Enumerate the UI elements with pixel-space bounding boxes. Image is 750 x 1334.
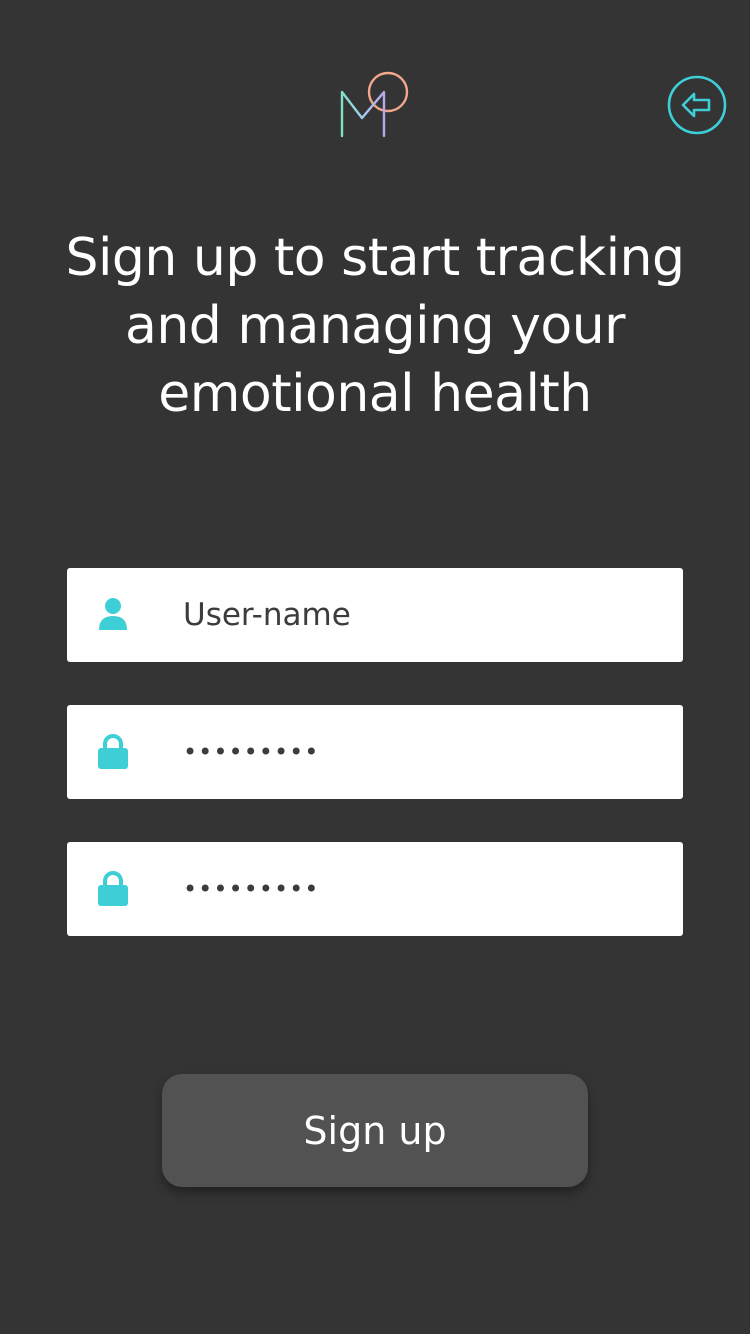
confirm-password-input[interactable] — [183, 842, 663, 936]
lock-icon — [98, 734, 128, 769]
username-field[interactable] — [67, 568, 683, 662]
back-arrow-icon — [681, 92, 711, 118]
password-field[interactable] — [67, 705, 683, 799]
page-title: Sign up to start tracking and managing y… — [65, 228, 685, 424]
user-icon — [99, 598, 127, 630]
username-input[interactable] — [183, 568, 663, 662]
lock-icon — [98, 871, 128, 906]
password-input[interactable] — [183, 705, 663, 799]
sign-up-button[interactable]: Sign up — [162, 1074, 588, 1187]
mood-logo-icon — [340, 71, 409, 138]
back-button[interactable] — [666, 74, 728, 136]
confirm-password-field[interactable] — [67, 842, 683, 936]
